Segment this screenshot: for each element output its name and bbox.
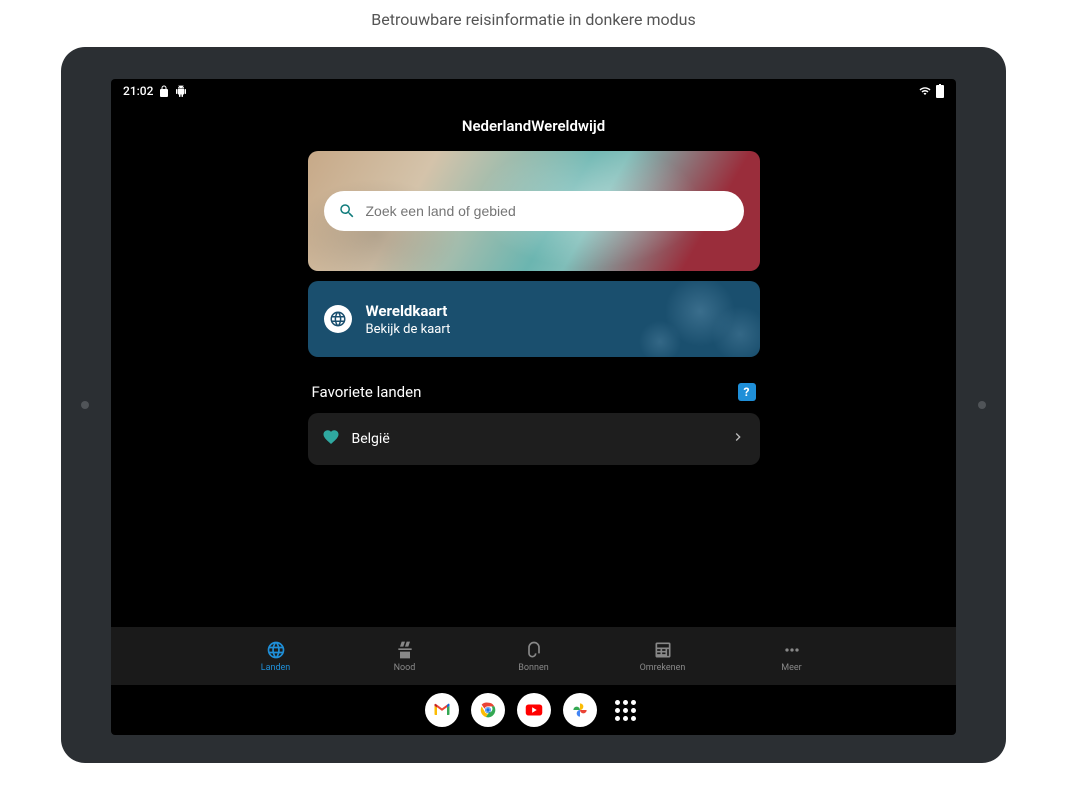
receipt-icon xyxy=(524,640,544,660)
magnifier-icon xyxy=(338,202,356,220)
screenshot-caption: Betrouwbare reisinformatie in donkere mo… xyxy=(371,10,696,29)
favorite-item[interactable]: België xyxy=(308,413,760,465)
map-card-title: Wereldkaart xyxy=(366,302,451,320)
apps-grid-icon[interactable] xyxy=(609,693,643,727)
favorite-item-label: België xyxy=(352,431,718,447)
world-map-card[interactable]: Wereldkaart Bekijk de kaart xyxy=(308,281,760,357)
lock-icon xyxy=(159,85,169,97)
screen: 21:02 NederlandWereldwijd xyxy=(111,79,956,735)
tablet-camera-left xyxy=(81,401,89,409)
search-input[interactable] xyxy=(366,203,730,219)
nav-item-emergency[interactable]: Nood xyxy=(375,640,435,673)
photos-icon[interactable] xyxy=(563,693,597,727)
nav-label: Meer xyxy=(781,663,801,673)
nav-label: Landen xyxy=(261,663,291,673)
nav-label: Omrekenen xyxy=(640,663,686,673)
bottom-nav: Landen Nood Bonnen Omrekenen Meer xyxy=(111,627,956,685)
chevron-right-icon xyxy=(730,429,746,449)
globe-icon xyxy=(266,640,286,660)
nav-label: Bonnen xyxy=(518,663,548,673)
main-content: Wereldkaart Bekijk de kaart Favoriete la… xyxy=(111,151,956,627)
favorites-heading: Favoriete landen xyxy=(312,383,422,401)
globe-icon xyxy=(324,305,352,333)
heart-icon xyxy=(322,428,340,450)
search-bar[interactable] xyxy=(324,191,744,231)
nav-item-convert[interactable]: Omrekenen xyxy=(633,640,693,673)
statusbar-time: 21:02 xyxy=(123,84,153,98)
app-title: NederlandWereldwijd xyxy=(111,103,956,151)
favorites-section: Favoriete landen ? België xyxy=(308,383,760,465)
tablet-frame: 21:02 NederlandWereldwijd xyxy=(61,47,1006,763)
calculator-icon xyxy=(653,640,673,660)
nav-item-countries[interactable]: Landen xyxy=(246,640,306,673)
chrome-icon[interactable] xyxy=(471,693,505,727)
help-icon[interactable]: ? xyxy=(738,383,756,401)
hero-card xyxy=(308,151,760,271)
emergency-icon xyxy=(395,640,415,660)
battery-icon xyxy=(936,84,944,98)
nav-item-more[interactable]: Meer xyxy=(762,640,822,673)
map-card-subtitle: Bekijk de kaart xyxy=(366,322,451,337)
statusbar: 21:02 xyxy=(111,79,956,103)
youtube-icon[interactable] xyxy=(517,693,551,727)
wifi-icon xyxy=(918,85,932,97)
gmail-icon[interactable] xyxy=(425,693,459,727)
nav-item-receipts[interactable]: Bonnen xyxy=(504,640,564,673)
android-icon xyxy=(175,85,187,97)
nav-label: Nood xyxy=(394,663,416,673)
tablet-camera-right xyxy=(978,401,986,409)
more-icon xyxy=(782,640,802,660)
system-dock xyxy=(111,685,956,735)
